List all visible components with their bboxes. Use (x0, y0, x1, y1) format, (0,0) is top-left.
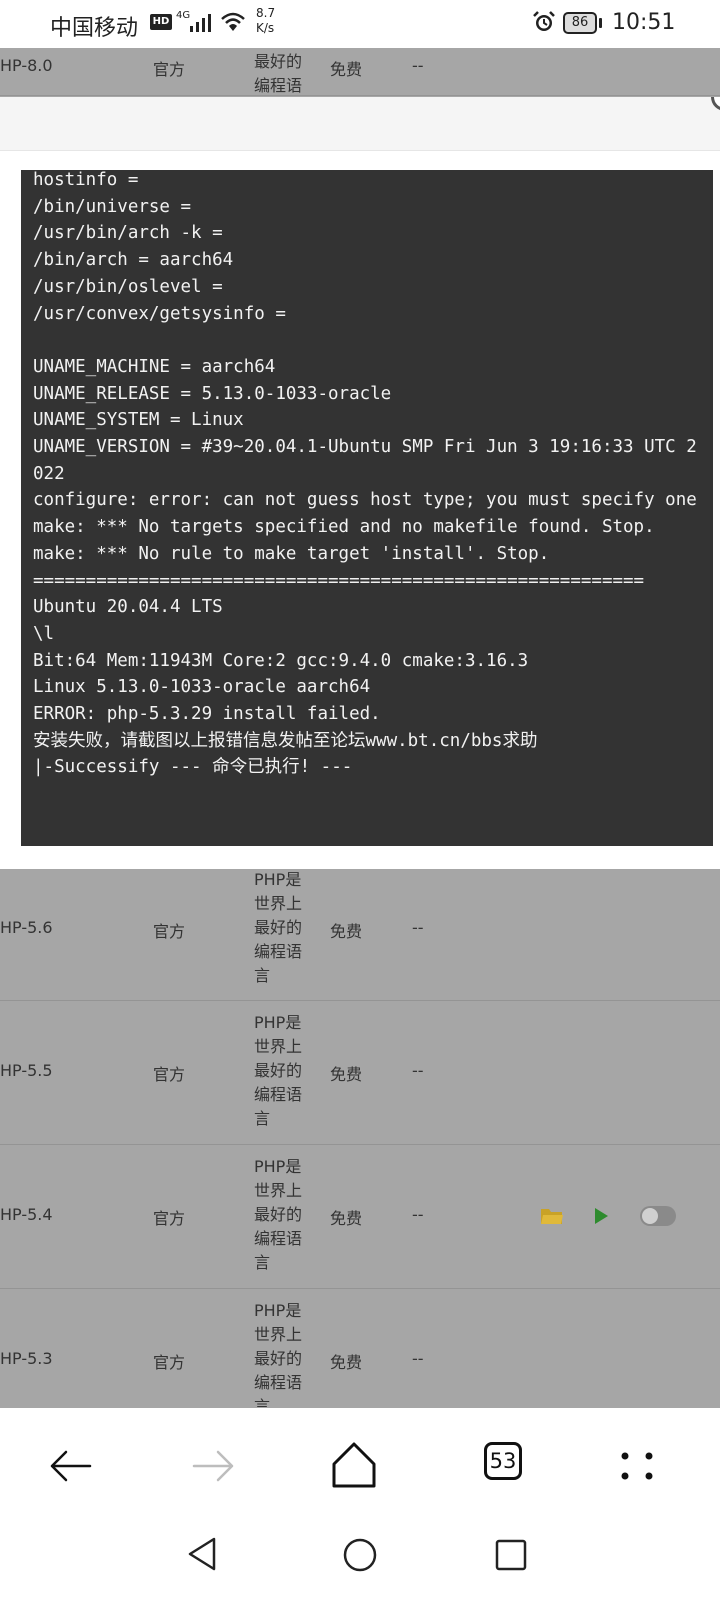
software-price: 免费 (330, 1353, 363, 1372)
software-name: HP-8.0 (0, 56, 53, 75)
terminal-line: ========================================… (33, 570, 645, 591)
nav-recents-icon[interactable] (494, 1538, 528, 1572)
software-price: 免费 (330, 60, 363, 79)
software-description: PHP是世界上最好的编程语言 (254, 1301, 303, 1408)
terminal-line: Bit:64 Mem:11943M Core:2 gcc:9.4.0 cmake… (33, 650, 529, 671)
toggle-knob (642, 1208, 658, 1224)
software-developer: 官方 (153, 1209, 186, 1228)
software-name: HP-5.5 (0, 1061, 53, 1080)
terminal-line: /bin/universe = (33, 196, 192, 217)
status-bar: 中国移动 HD 4G 8.7 K/s 86 10:51 (0, 0, 720, 48)
install-log-dialog: hostinfo = /bin/universe = /usr/bin/arch -… (0, 97, 720, 869)
terminal-line: hostinfo = (33, 170, 139, 190)
browser-toolbar: 53 (0, 1408, 720, 1524)
close-icon[interactable] (708, 97, 720, 131)
nav-home-icon[interactable] (342, 1537, 378, 1573)
table-row: HP-8.0 官方 PHP是世界上最好的编程语言 免费 -- (0, 48, 720, 119)
alarm-icon (533, 11, 555, 31)
software-price: 免费 (330, 1065, 363, 1084)
folder-icon[interactable] (540, 1206, 564, 1226)
software-developer: 官方 (153, 922, 186, 941)
software-developer: 官方 (153, 1065, 186, 1084)
wifi-icon (221, 12, 245, 31)
play-icon[interactable] (592, 1206, 610, 1226)
software-expire: -- (412, 1349, 424, 1368)
terminal-line: Linux 5.13.0-1033-oracle aarch64 (33, 677, 371, 698)
enable-toggle[interactable] (640, 1206, 676, 1226)
carrier-name: 中国移动 (50, 16, 139, 41)
software-developer: 官方 (153, 60, 186, 79)
terminal-line: make: *** No rule to make target 'instal… (33, 543, 550, 564)
software-expire: -- (412, 56, 424, 75)
terminal-line: configure: error: can not guess host typ… (33, 490, 697, 511)
software-price: 免费 (330, 1209, 363, 1228)
tabs-icon[interactable]: 53 (484, 1442, 522, 1480)
software-name: HP-5.6 (0, 918, 53, 937)
terminal-line: |-Successify --- 命令已执行! --- (33, 757, 353, 778)
terminal-line: 安装失败，请截图以上报错信息发帖至论坛www.bt.cn/bbs求助 (33, 730, 538, 751)
software-name: HP-5.4 (0, 1205, 53, 1224)
table-row: HP-5.3 官方 PHP是世界上最好的编程语言 免费 -- (0, 1289, 720, 1408)
terminal-line: ERROR: php-5.3.29 install failed. (33, 704, 381, 725)
software-expire: -- (412, 1061, 424, 1080)
battery-tip (599, 18, 602, 28)
terminal-line: /bin/arch = aarch64 (33, 250, 234, 271)
terminal-line: /usr/convex/getsysinfo = (33, 303, 286, 324)
terminal-log: hostinfo = /bin/universe = /usr/bin/arch -… (33, 170, 701, 781)
table-row: HP-5.4 官方 PHP是世界上最好的编程语言 免费 -- (0, 1145, 720, 1289)
speed-value: 8.7 (256, 6, 276, 20)
software-price: 免费 (330, 922, 363, 941)
terminal-line: UNAME_VERSION = #39~20.04.1-Ubuntu SMP F… (33, 437, 697, 484)
table-row: HP-5.5 官方 PHP是世界上最好的编程语言 免费 -- (0, 1001, 720, 1145)
software-expire: -- (412, 918, 424, 937)
home-icon[interactable] (330, 1408, 380, 1524)
terminal-line: /usr/bin/oslevel = (33, 276, 223, 297)
software-description: PHP是世界上最好的编程语言 (254, 870, 303, 985)
terminal-line: UNAME_RELEASE = 5.13.0-1033-oracle (33, 383, 392, 404)
menu-dots-icon[interactable] (618, 1408, 658, 1524)
battery-icon: 86 (563, 12, 597, 34)
network-speed: 8.7 K/s (256, 6, 275, 36)
software-description: PHP是世界上最好的编程语言 (254, 1157, 303, 1272)
dialog-header (0, 97, 720, 151)
terminal-line: Ubuntu 20.04.4 LTS (33, 597, 223, 618)
speed-unit: K/s (256, 21, 275, 35)
hd-badge: HD (150, 14, 172, 30)
terminal-line: \l (33, 623, 55, 644)
terminal-line: make: *** No targets specified and no ma… (33, 517, 655, 538)
software-developer: 官方 (153, 1353, 186, 1372)
forward-arrow-icon[interactable] (190, 1408, 240, 1524)
terminal-output: hostinfo = /bin/universe = /usr/bin/arch -… (21, 170, 713, 846)
signal-icon (190, 14, 211, 32)
system-nav-bar (0, 1524, 720, 1600)
back-arrow-icon[interactable] (48, 1408, 98, 1524)
terminal-line: UNAME_MACHINE = aarch64 (33, 356, 276, 377)
nav-back-icon[interactable] (186, 1536, 218, 1572)
clock: 10:51 (612, 10, 676, 35)
terminal-line: /usr/bin/arch -k = (33, 223, 223, 244)
terminal-line: UNAME_SYSTEM = Linux (33, 410, 244, 431)
table-row: HP-5.6 官方 PHP是世界上最好的编程语言 免费 -- (0, 858, 720, 1001)
software-description: PHP是世界上最好的编程语言 (254, 1013, 303, 1128)
software-name: HP-5.3 (0, 1349, 53, 1368)
software-expire: -- (412, 1205, 424, 1224)
